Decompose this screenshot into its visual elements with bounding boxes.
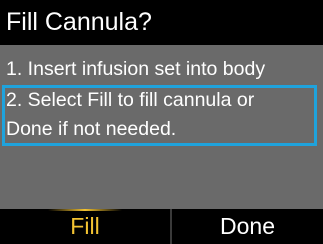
instruction-step-2-line-2: Done if not needed. [6, 118, 177, 140]
instruction-step-2-line-1: 2. Select Fill to fill cannula or [6, 89, 255, 111]
softkey-bar: Fill Done [0, 209, 323, 244]
done-button[interactable]: Done [172, 209, 323, 244]
screen-title: Fill Cannula? [6, 8, 152, 36]
pump-screen: Fill Cannula? 1. Insert infusion set int… [0, 0, 323, 244]
fill-button[interactable]: Fill [0, 209, 170, 244]
instruction-step-1: 1. Insert infusion set into body [6, 58, 266, 80]
softkey-divider [170, 209, 172, 244]
instruction-panel: 1. Insert infusion set into body 2. Sele… [0, 45, 323, 209]
title-bar: Fill Cannula? [0, 0, 323, 45]
